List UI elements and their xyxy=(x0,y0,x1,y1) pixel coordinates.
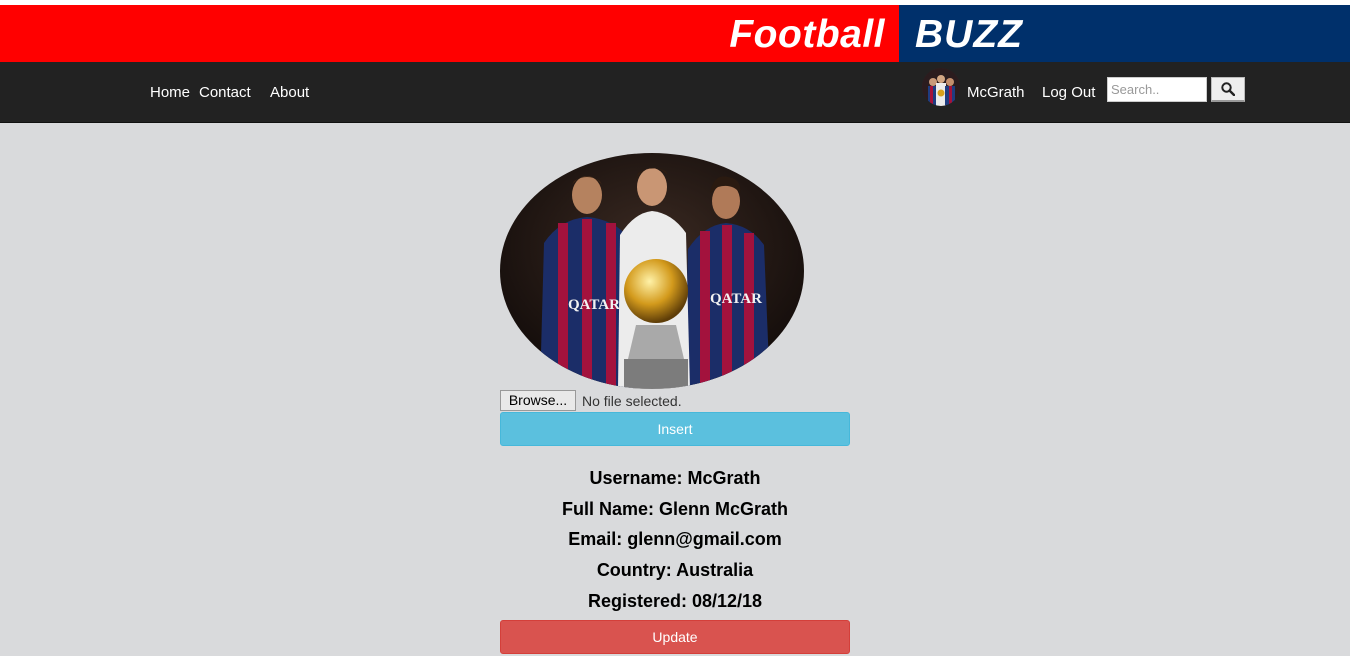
file-upload-row: Browse... No file selected. xyxy=(500,390,850,412)
search-input[interactable] xyxy=(1107,77,1207,102)
site-banner: Football BUZZ xyxy=(0,5,1350,62)
full-name-info: Full Name: Glenn McGrath xyxy=(561,499,789,519)
svg-text:QATAR: QATAR xyxy=(568,297,620,313)
navbar: Home Contact About McGrath Log Out xyxy=(0,62,1350,123)
user-avatar[interactable] xyxy=(922,68,960,106)
username-info: Username: McGrath xyxy=(589,468,761,488)
email-info: Email: glenn@gmail.com xyxy=(568,529,782,549)
nav-contact-link[interactable]: Contact xyxy=(199,84,251,101)
file-status-text: No file selected. xyxy=(582,393,682,409)
banner-blue-section: BUZZ xyxy=(899,5,1350,62)
nav-username-link[interactable]: McGrath xyxy=(967,84,1025,101)
country-info: Country: Australia xyxy=(596,560,754,580)
search-button[interactable] xyxy=(1211,77,1245,102)
registered-info: Registered: 08/12/18 xyxy=(587,591,763,611)
insert-button[interactable]: Insert xyxy=(500,412,850,446)
profile-photo-image: QATAR QATAR xyxy=(500,153,804,389)
search-icon xyxy=(1221,82,1235,96)
avatar-image xyxy=(922,68,960,106)
nav-logout-link[interactable]: Log Out xyxy=(1042,84,1095,101)
browse-button[interactable]: Browse... xyxy=(500,390,576,411)
svg-text:QATAR: QATAR xyxy=(710,291,762,307)
nav-home-link[interactable]: Home xyxy=(150,84,190,101)
update-button[interactable]: Update xyxy=(500,620,850,654)
brand-football-text: Football xyxy=(729,13,885,56)
banner-red-section: Football xyxy=(0,5,899,62)
brand-buzz-text: BUZZ xyxy=(915,13,1023,56)
profile-photo: QATAR QATAR xyxy=(500,153,804,389)
nav-about-link[interactable]: About xyxy=(270,84,309,101)
